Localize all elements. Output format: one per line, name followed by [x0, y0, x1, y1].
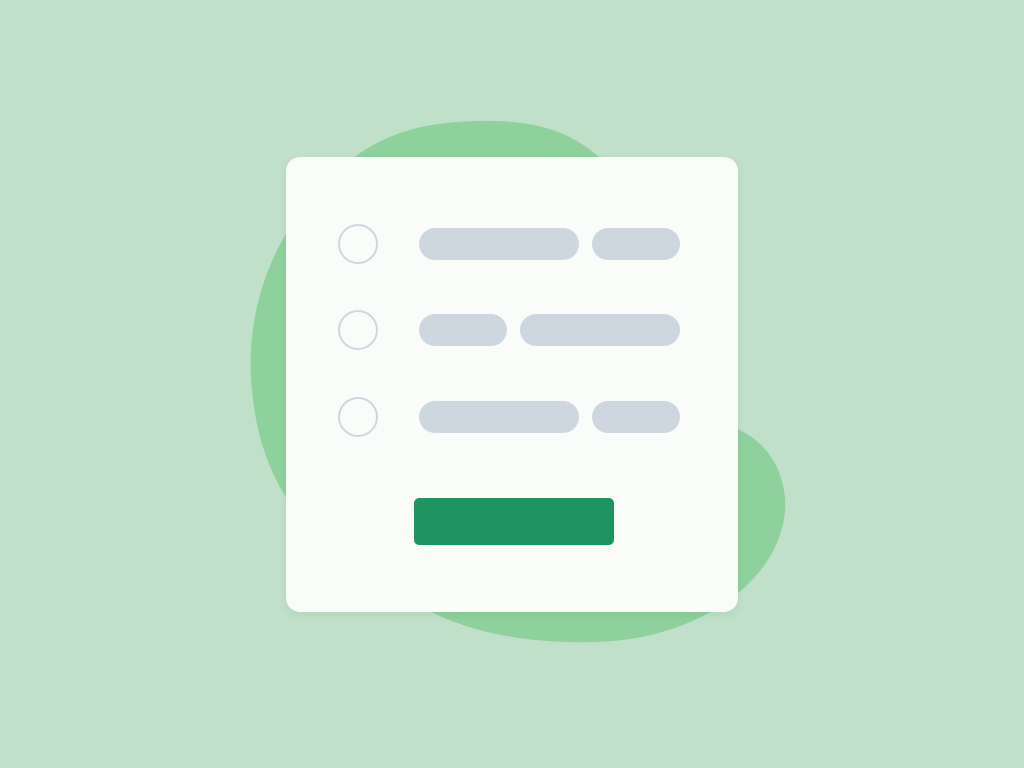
option-row[interactable]: [286, 310, 738, 354]
label-placeholder: [520, 314, 680, 346]
radio-button[interactable]: [338, 224, 378, 264]
label-placeholder: [592, 228, 680, 260]
radio-button[interactable]: [338, 397, 378, 437]
label-placeholder: [419, 401, 579, 433]
submit-button[interactable]: [414, 498, 614, 545]
option-row[interactable]: [286, 224, 738, 268]
option-row[interactable]: [286, 397, 738, 441]
survey-card: [286, 157, 738, 612]
label-placeholder: [419, 314, 507, 346]
label-placeholder: [419, 228, 579, 260]
label-placeholder: [592, 401, 680, 433]
radio-button[interactable]: [338, 310, 378, 350]
